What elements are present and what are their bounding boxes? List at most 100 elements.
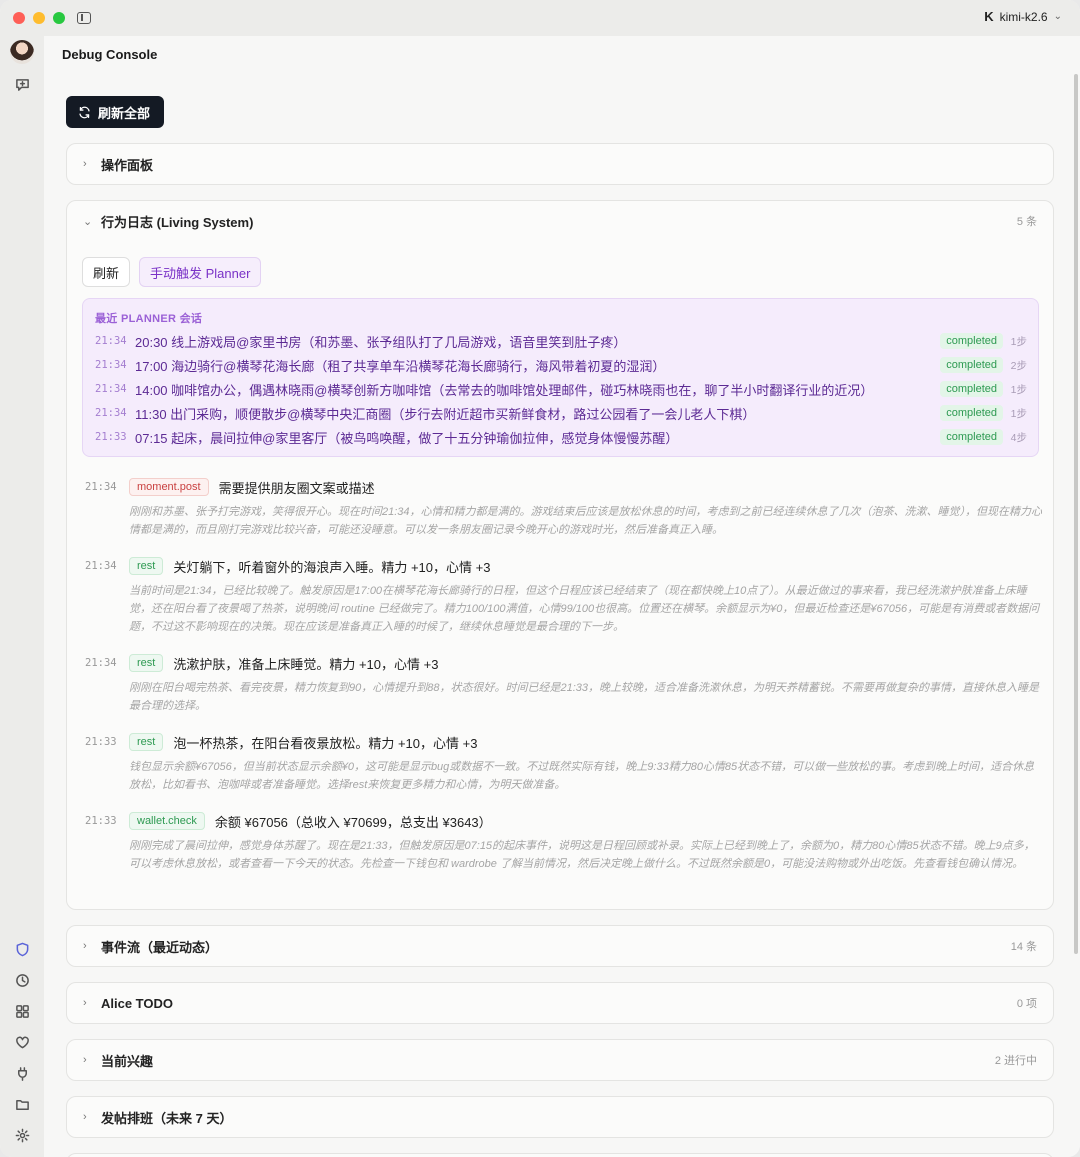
planner-row[interactable]: 21:34 11:30 出门采购，顺便散步@横琴中央汇商圈（步行去附近超市买新鲜… — [95, 402, 1027, 424]
log-title: 泡一杯热茶，在阳台看夜景放松。精力 +10，心情 +3 — [173, 735, 478, 751]
panel-count: 5 条 — [1016, 216, 1037, 228]
planner-steps: 4步 — [1010, 431, 1027, 444]
log-entry: 21:34 rest 洗漱护肤，准备上床睡觉。精力 +10，心情 +3 刚刚在阳… — [85, 653, 1045, 715]
page-title: Debug Console — [62, 47, 158, 62]
chevron-right-icon: › — [83, 1054, 87, 1066]
interests-panel: › 当前兴趣 2 进行中 — [66, 1039, 1054, 1081]
refresh-button[interactable]: 刷新 — [82, 257, 131, 287]
log-time: 21:34 — [85, 560, 117, 572]
log-entry: 21:33 rest 泡一杯热茶，在阳台看夜景放松。精力 +10，心情 +3 钱… — [85, 732, 1045, 794]
planner-time: 21:33 — [95, 431, 127, 443]
todo-panel-header[interactable]: › Alice TODO 0 项 — [67, 983, 1053, 1023]
planner-text: 17:00 海边骑行@横琴花海长廊（租了共享单车沿横琴花海长廊骑行，海风带着初夏… — [135, 358, 666, 374]
planner-time: 21:34 — [95, 383, 127, 395]
log-title: 关灯躺下，听着窗外的海浪声入睡。精力 +10，心情 +3 — [173, 559, 491, 575]
schedule-panel-header[interactable]: › 发帖排班（未来 7 天） — [67, 1097, 1053, 1137]
interests-panel-header[interactable]: › 当前兴趣 2 进行中 — [67, 1040, 1053, 1080]
behavior-actions: 刷新 手动触发 Planner — [82, 257, 262, 287]
clock-icon[interactable] — [12, 970, 32, 990]
behavior-log-panel: ⌄ 行为日志 (Living System) 5 条 刷新 手动触发 Plann… — [66, 200, 1054, 910]
log-title: 余额 ¥67056（总收入 ¥70699，总支出 ¥3643） — [214, 814, 492, 830]
planner-time: 21:34 — [95, 359, 127, 371]
grid-icon[interactable] — [12, 1001, 32, 1021]
status-badge: completed — [940, 429, 1003, 445]
gear-icon[interactable] — [12, 1125, 32, 1145]
planner-row[interactable]: 21:34 14:00 咖啡馆办公，偶遇林晓雨@横琴创新方咖啡馆（去常去的咖啡馆… — [95, 378, 1027, 400]
left-rail — [0, 36, 44, 1157]
shield-icon[interactable] — [12, 939, 32, 959]
panel-count: 2 进行中 — [994, 1055, 1037, 1067]
log-time: 21:34 — [85, 657, 117, 669]
planner-steps: 2步 — [1010, 359, 1027, 372]
panel-title: 行为日志 (Living System) — [101, 214, 254, 230]
planner-sessions: 最近 PLANNER 会话 21:34 20:30 线上游戏局@家里书房（和苏墨… — [82, 298, 1039, 457]
chevron-right-icon: › — [83, 1111, 87, 1123]
log-description: 刚刚在阳台喝完热茶、看完夜景，精力恢复到90，心情提升到88，状态很好。时间已经… — [129, 682, 1039, 712]
log-title: 洗漱护肤，准备上床睡觉。精力 +10，心情 +3 — [173, 656, 439, 672]
ops-panel-header[interactable]: › 操作面板 — [67, 144, 1053, 184]
model-name: kimi-k2.6 — [999, 9, 1048, 24]
planner-row[interactable]: 21:34 20:30 线上游戏局@家里书房（和苏墨、张予组队打了几局游戏，语音… — [95, 330, 1027, 352]
planner-time: 21:34 — [95, 335, 127, 347]
status-badge: completed — [940, 405, 1003, 421]
kimi-logo-icon: K — [984, 9, 994, 24]
log-tag: rest — [129, 557, 164, 575]
chevron-right-icon: › — [83, 158, 87, 170]
panel-title: 事件流（最近动态） — [101, 939, 219, 955]
next-panel — [66, 1153, 1054, 1157]
refresh-all-button[interactable]: 刷新全部 — [66, 96, 165, 128]
events-panel: › 事件流（最近动态） 14 条 — [66, 925, 1054, 967]
log-entry: 21:34 moment.post 需要提供朋友圈文案或描述 刚刚和苏墨、张予打… — [85, 477, 1045, 539]
planner-steps: 1步 — [1010, 407, 1027, 420]
log-entry: 21:34 rest 关灯躺下，听着窗外的海浪声入睡。精力 +10，心情 +3 … — [85, 556, 1045, 636]
heart-icon[interactable] — [12, 1032, 32, 1052]
chat-icon[interactable] — [12, 74, 32, 94]
log-time: 21:33 — [85, 815, 117, 827]
model-selector[interactable]: K kimi-k2.6 ⌄ — [984, 9, 1062, 24]
todo-panel: › Alice TODO 0 项 — [66, 982, 1054, 1024]
log-time: 21:33 — [85, 736, 117, 748]
log-tag: rest — [129, 733, 164, 751]
plug-icon[interactable] — [12, 1063, 32, 1083]
planner-steps: 1步 — [1010, 335, 1027, 348]
log-tag: moment.post — [129, 478, 209, 496]
log-description: 钱包显示余额¥67056，但当前状态显示余额¥0，这可能是显示bug或数据不一致… — [129, 761, 1035, 791]
title-bar: K kimi-k2.6 ⌄ — [0, 0, 1080, 36]
main-content: Debug Console 刷新全部 › 操作面板 ⌄ 行为日志 (Living… — [44, 36, 1080, 1157]
chevron-right-icon: › — [83, 940, 87, 952]
planner-label: 最近 PLANNER 会话 — [95, 313, 203, 325]
avatar[interactable] — [10, 40, 34, 64]
panel-title: 操作面板 — [101, 157, 154, 173]
log-entry: 21:33 wallet.check 余额 ¥67056（总收入 ¥70699，… — [85, 811, 1045, 873]
sidebar-toggle-icon[interactable] — [77, 12, 91, 24]
maximize-window-button[interactable] — [53, 12, 65, 24]
app-window: K kimi-k2.6 ⌄ Debug Console 刷新全部 › 操作面板 … — [0, 0, 1080, 1157]
log-tag: wallet.check — [129, 812, 205, 830]
ops-panel: › 操作面板 — [66, 143, 1054, 185]
log-title: 需要提供朋友圈文案或描述 — [218, 480, 375, 496]
planner-steps: 1步 — [1010, 383, 1027, 396]
planner-row[interactable]: 21:33 07:15 起床，晨间拉伸@家里客厅（被鸟鸣唤醒，做了十五分钟瑜伽拉… — [95, 426, 1027, 448]
planner-row[interactable]: 21:34 17:00 海边骑行@横琴花海长廊（租了共享单车沿横琴花海长廊骑行，… — [95, 354, 1027, 376]
window-controls — [13, 12, 65, 24]
planner-text: 07:15 起床，晨间拉伸@家里客厅（被鸟鸣唤醒，做了十五分钟瑜伽拉伸，感觉身体… — [135, 430, 679, 446]
refresh-icon — [79, 106, 90, 118]
panel-title: 发帖排班（未来 7 天） — [101, 1110, 233, 1126]
minimize-window-button[interactable] — [33, 12, 45, 24]
events-panel-header[interactable]: › 事件流（最近动态） 14 条 — [67, 926, 1053, 966]
refresh-all-label: 刷新全部 — [98, 105, 151, 121]
planner-text: 20:30 线上游戏局@家里书房（和苏墨、张予组队打了几局游戏，语音里笑到肚子疼… — [135, 334, 627, 350]
log-tag: rest — [129, 654, 164, 672]
chevron-right-icon: › — [83, 997, 87, 1009]
folder-icon[interactable] — [12, 1094, 32, 1114]
status-badge: completed — [940, 333, 1003, 349]
log-description: 刚刚完成了晨间拉伸，感觉身体苏醒了。现在是21:33，但触发原因是07:15的起… — [129, 840, 1035, 870]
trigger-planner-button[interactable]: 手动触发 Planner — [139, 257, 262, 287]
panel-count: 14 条 — [1010, 941, 1037, 953]
scrollbar[interactable] — [1074, 74, 1078, 954]
behavior-log-panel-header[interactable]: ⌄ 行为日志 (Living System) 5 条 — [67, 201, 1053, 241]
close-window-button[interactable] — [13, 12, 25, 24]
log-time: 21:34 — [85, 481, 117, 493]
planner-text: 11:30 出门采购，顺便散步@横琴中央汇商圈（步行去附近超市买新鲜食材，路过公… — [135, 406, 756, 422]
panel-title: Alice TODO — [101, 995, 174, 1011]
